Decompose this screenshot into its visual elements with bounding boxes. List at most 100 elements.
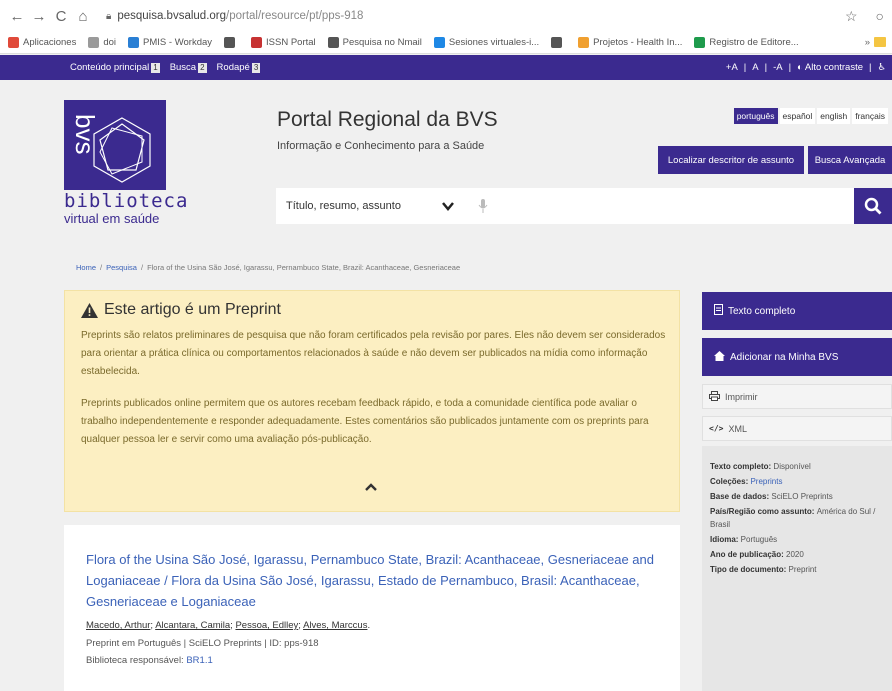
info-row: Base de dados: SciELO Preprints bbox=[710, 492, 833, 501]
bookmarks-more-icon[interactable]: » bbox=[865, 37, 870, 48]
font-reset-button[interactable]: A bbox=[752, 62, 758, 73]
lang-francais[interactable]: français bbox=[852, 108, 888, 124]
back-arrow-icon[interactable]: ← bbox=[6, 8, 28, 25]
bookmark-item[interactable]: Projetos - Health In... bbox=[578, 37, 682, 48]
link-main-content[interactable]: Conteúdo principal 1 bbox=[70, 62, 160, 73]
profile-icon[interactable]: ○ bbox=[876, 8, 884, 25]
article-title[interactable]: Flora of the Usina São José, Igarassu, P… bbox=[86, 549, 656, 612]
info-row: País/Região como assunto: América do Sul… bbox=[710, 507, 876, 529]
article-card: Flora of the Usina São José, Igarassu, P… bbox=[64, 525, 680, 691]
folder-icon[interactable] bbox=[874, 37, 886, 47]
site-header: bvs biblioteca virtual em saúde Portal R… bbox=[0, 80, 892, 245]
reload-icon[interactable]: C bbox=[50, 8, 72, 25]
home-icon bbox=[714, 350, 725, 364]
bookmark-item[interactable]: Sesiones virtuales-i... bbox=[433, 37, 539, 48]
browser-toolbar: ← → C ⌂ 🔒︎ pesquisa.bvsalud.org/portal/r… bbox=[0, 0, 892, 32]
author-link[interactable]: Alcantara, Camila bbox=[155, 620, 230, 631]
bookmark-icon bbox=[8, 37, 19, 48]
full-text-button[interactable]: Texto completo bbox=[702, 292, 892, 330]
info-row: Tipo de documento: Preprint bbox=[710, 565, 817, 574]
microphone-icon[interactable] bbox=[478, 198, 488, 219]
bookmark-icon bbox=[128, 37, 140, 48]
search-input[interactable]: Título, resumo, assunto bbox=[276, 188, 892, 224]
author-link[interactable]: Macedo, Arthur bbox=[86, 620, 150, 631]
info-value[interactable]: Preprints bbox=[750, 477, 782, 486]
lang-portugues[interactable]: português bbox=[733, 108, 778, 124]
logo-text-line1: biblioteca bbox=[64, 190, 189, 212]
bookmark-icon bbox=[694, 37, 706, 48]
star-icon[interactable]: ☆ bbox=[845, 8, 858, 25]
info-value: Português bbox=[740, 535, 778, 544]
search-icon bbox=[864, 197, 882, 215]
page-subtitle: Informação e Conhecimento para a Saúde bbox=[277, 140, 485, 152]
url-host: pesquisa.bvsalud.org bbox=[117, 10, 227, 22]
bookmark-item[interactable]: doi bbox=[88, 37, 116, 48]
preprint-paragraph-1: Preprints são relatos preliminares de pe… bbox=[81, 330, 666, 377]
preprint-notice: Este artigo é um Preprint Preprints são … bbox=[64, 290, 680, 512]
find-descriptor-button[interactable]: Localizar descritor de assunto bbox=[658, 146, 804, 174]
preprint-title: Este artigo é um Preprint bbox=[81, 301, 281, 319]
document-icon bbox=[714, 304, 723, 318]
address-bar[interactable]: 🔒︎ pesquisa.bvsalud.org/portal/resource/… bbox=[106, 10, 363, 22]
library-link[interactable]: BR1.1 bbox=[186, 655, 212, 666]
bookmark-item[interactable] bbox=[224, 37, 239, 48]
article-authors: Macedo, Arthur; Alcantara, Camila; Pesso… bbox=[86, 620, 371, 631]
language-selector: português español english français bbox=[733, 108, 888, 124]
bookmark-item[interactable]: Registro de Editore... bbox=[694, 37, 799, 48]
lang-english[interactable]: english bbox=[817, 108, 851, 124]
breadcrumb-home[interactable]: Home bbox=[76, 263, 96, 272]
chevron-up-icon[interactable] bbox=[365, 479, 377, 497]
info-row: Coleções: Preprints bbox=[710, 477, 783, 486]
xml-button[interactable]: </> XML bbox=[702, 416, 892, 441]
chevron-down-icon[interactable] bbox=[442, 199, 454, 217]
bookmark-item[interactable]: Aplicaciones bbox=[8, 37, 76, 48]
article-library: Biblioteca responsável: BR1.1 bbox=[86, 655, 213, 666]
advanced-search-button[interactable]: Busca Avançada bbox=[808, 146, 892, 174]
info-row: Texto completo: Disponível bbox=[710, 462, 811, 471]
bookmark-icon bbox=[251, 37, 263, 48]
bookmark-item[interactable]: ISSN Portal bbox=[251, 37, 316, 48]
breadcrumb-current: Flora of the Usina São José, Igarassu, P… bbox=[147, 263, 461, 272]
preprint-paragraph-2: Preprints publicados online permitem que… bbox=[81, 398, 649, 445]
bookmark-icon bbox=[578, 37, 590, 48]
bookmark-icon bbox=[88, 37, 100, 48]
accessibility-bar: Conteúdo principal 1 Busca 2 Rodapé 3 +A | A… bbox=[0, 55, 892, 80]
bvs-logo[interactable]: bvs bbox=[64, 100, 166, 190]
search-scope-select[interactable]: Título, resumo, assunto bbox=[286, 188, 401, 224]
add-to-my-bvs-button[interactable]: Adicionar na Minha BVS bbox=[702, 338, 892, 376]
bookmark-item[interactable] bbox=[551, 37, 566, 48]
bookmarks-bar: Aplicaciones doi PMIS - Workday ISSN Portal… bbox=[0, 32, 892, 54]
font-decrease-button[interactable]: -A bbox=[773, 62, 783, 73]
warning-icon bbox=[81, 302, 98, 318]
info-row: Idioma: Português bbox=[710, 535, 778, 544]
forward-arrow-icon[interactable]: → bbox=[28, 8, 50, 25]
bookmark-item[interactable]: Pesquisa no Nmail bbox=[327, 37, 422, 48]
article-meta: Preprint em Português | SciELO Preprints… bbox=[86, 638, 319, 649]
link-search[interactable]: Busca 2 bbox=[170, 62, 207, 73]
printer-icon bbox=[709, 390, 720, 403]
url-path: /portal/resource/pt/pps-918 bbox=[226, 10, 364, 22]
author-link[interactable]: Pessoa, Edlley bbox=[235, 620, 298, 631]
bookmark-icon bbox=[327, 37, 339, 48]
search-button[interactable] bbox=[854, 188, 892, 224]
lang-espanol[interactable]: español bbox=[779, 108, 816, 124]
contrast-button[interactable]: ◐ Alto contraste bbox=[797, 62, 863, 73]
info-row: Ano de publicação: 2020 bbox=[710, 550, 804, 559]
bookmark-icon bbox=[433, 37, 445, 48]
info-value: SciELO Preprints bbox=[771, 492, 833, 501]
svg-text:bvs: bvs bbox=[70, 114, 100, 154]
link-footer[interactable]: Rodapé 3 bbox=[217, 62, 261, 73]
page-title: Portal Regional da BVS bbox=[277, 108, 498, 131]
home-icon[interactable]: ⌂ bbox=[72, 8, 94, 25]
bookmark-item[interactable]: PMIS - Workday bbox=[128, 37, 212, 48]
info-value: Disponível bbox=[773, 462, 811, 471]
author-link[interactable]: Alves, Marccus bbox=[303, 620, 367, 631]
print-button[interactable]: Imprimir bbox=[702, 384, 892, 409]
document-info-box: Texto completo: Disponível Coleções: Prep… bbox=[702, 446, 892, 691]
breadcrumb-search[interactable]: Pesquisa bbox=[106, 263, 137, 272]
bookmark-icon bbox=[551, 37, 563, 48]
font-increase-button[interactable]: +A bbox=[726, 62, 738, 73]
accessibility-icon[interactable]: ♿︎ bbox=[877, 62, 886, 73]
breadcrumb: Home / Pesquisa / Flora of the Usina São J… bbox=[76, 263, 461, 272]
info-value: Preprint bbox=[788, 565, 817, 574]
